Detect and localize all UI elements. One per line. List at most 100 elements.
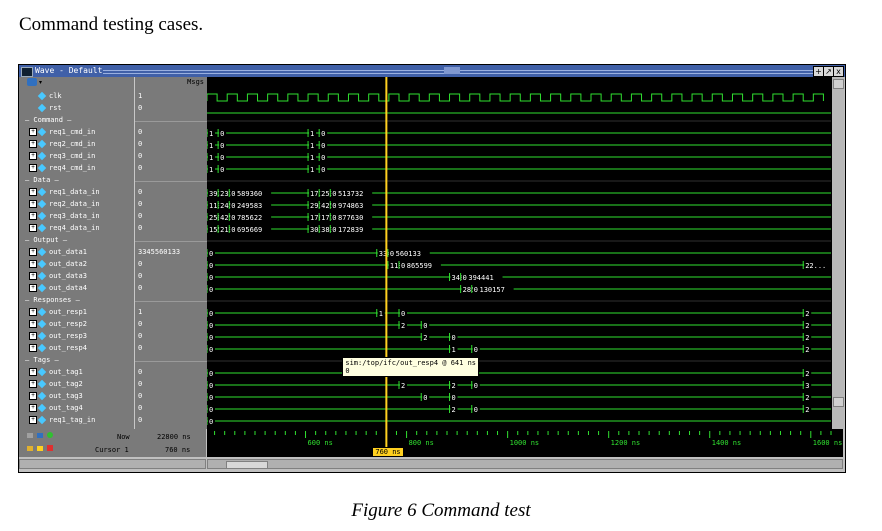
bus-value-label: 0 [401,262,405,270]
signal-row[interactable]: + out_data3 [29,271,87,281]
signal-value: 0 [138,416,143,424]
signal-row[interactable]: + req2_data_in [29,199,100,209]
signal-row[interactable]: + out_tag2 [29,379,83,389]
signal-row[interactable]: rst [37,103,62,113]
expand-icon[interactable]: + [29,224,37,232]
expand-icon[interactable]: + [29,380,37,388]
expand-icon[interactable]: + [29,284,37,292]
expand-icon[interactable]: + [29,404,37,412]
expand-icon[interactable]: + [29,272,37,280]
expand-icon[interactable]: + [29,392,37,400]
group-header[interactable]: — Output — [25,236,67,245]
edit-icon[interactable] [37,446,43,451]
tooltip-line: sim:/top/ifc/out_resp4 @ 641 ns [345,359,477,367]
signal-icon [37,211,47,221]
signal-name: out_data2 [49,260,87,268]
expand-icon[interactable]: + [29,164,37,172]
signal-row[interactable]: + out_data4 [29,283,87,293]
bus-value-label: 0 [209,382,213,390]
signal-value: 1 [138,92,143,100]
bus-value-label: 0 [209,274,213,282]
signal-row[interactable]: + out_data2 [29,259,87,269]
signal-row[interactable]: + out_resp1 [29,307,87,317]
expand-icon[interactable]: + [29,152,37,160]
scroll-down-arrow[interactable] [833,397,844,407]
signal-row[interactable]: + out_tag4 [29,403,83,413]
wave-hscrollbar[interactable] [207,459,843,469]
signal-row[interactable]: + req4_data_in [29,223,100,233]
group-header[interactable]: — Command — [25,116,71,125]
expand-icon[interactable]: + [29,128,37,136]
expand-icon[interactable]: + [29,416,37,424]
signal-value: 0 [138,128,143,136]
bus-value-label: 0 [321,142,325,150]
names-hscrollbar[interactable] [19,459,206,469]
chevron-down-icon[interactable]: ▾ [39,79,42,86]
bus-value-label: 0 [321,154,325,162]
wave-toolbar-icon[interactable] [27,78,37,86]
signal-icon [37,223,47,233]
wave-window-titlebar[interactable]: Wave - Default + ↗ x [19,65,845,77]
signal-value: 1 [138,308,143,316]
signal-row[interactable]: + out_tag3 [29,391,83,401]
expand-icon[interactable]: + [29,308,37,316]
bus-value-label: 0 [209,322,213,330]
bus-value-label: 2854130157 [463,286,505,294]
group-header[interactable]: — Responses — [25,296,80,305]
bus-value-label: 0 [209,310,213,318]
signal-row[interactable]: + req1_tag_in [29,415,95,425]
ruler-label: 1400 ns [712,439,742,447]
group-header[interactable]: — Tags — [25,356,59,365]
expand-icon[interactable]: + [29,332,37,340]
signal-row[interactable]: + req3_cmd_in [29,151,95,161]
signal-row[interactable]: + req2_cmd_in [29,139,95,149]
expand-icon[interactable]: + [29,368,37,376]
expand-icon[interactable]: + [29,320,37,328]
expand-icon[interactable]: + [29,248,37,256]
expand-icon[interactable]: + [29,260,37,268]
folder-icon[interactable] [27,446,33,451]
vertical-scrollbar[interactable] [831,77,844,429]
waveform-canvas[interactable]: 1010101010101010397097773123745893600171… [206,77,832,429]
signal-row[interactable]: + out_tag1 [29,367,83,377]
bus-value-label: 1 [209,142,213,150]
zoom-icon[interactable] [37,433,43,438]
signal-row[interactable]: + req1_cmd_in [29,127,95,137]
ruler-label: 1600 ns [813,439,843,447]
expand-icon[interactable]: + [29,188,37,196]
delete-icon[interactable] [47,445,53,451]
signal-row[interactable]: + out_resp4 [29,343,87,353]
group-header[interactable]: — Data — [25,176,59,185]
wave-hscroll-thumb[interactable] [226,461,268,469]
add-icon[interactable] [47,432,53,438]
signal-row[interactable]: clk [37,91,62,101]
bus-value-label: 22... [805,262,826,270]
bus-value-label: 1 [310,166,314,174]
signal-row[interactable]: + out_resp2 [29,319,87,329]
signal-row[interactable]: + req4_cmd_in [29,163,95,173]
expand-icon[interactable]: + [29,200,37,208]
bus-value-label: 0 [452,394,456,402]
bus-value-label: 2 [805,322,809,330]
signal-icon [37,379,47,389]
time-ruler[interactable]: 600 ns 800 ns 1000 ns 1200 ns 1400 ns 1600 ns [207,429,843,457]
bus-value-label: 1 [209,130,213,138]
bus-value-label: 0 [209,286,213,294]
scroll-up-arrow[interactable] [833,79,844,89]
signal-row[interactable]: + req1_data_in [29,187,100,197]
waveform-pane[interactable]: 1010101010101010397097773123745893600171… [206,77,832,429]
bus-value-label: 0 [220,154,224,162]
expand-icon[interactable]: + [29,212,37,220]
close-button[interactable]: x [833,66,844,77]
expand-icon[interactable]: + [29,140,37,148]
signal-name: out_data4 [49,284,87,292]
signal-name: out_resp3 [49,332,87,340]
cursor-name[interactable]: Cursor 1 [95,446,129,454]
signal-row[interactable]: + req3_data_in [29,211,100,221]
signal-row[interactable]: + out_resp3 [29,331,87,341]
cursor-time-label[interactable]: 760 ns [372,447,404,457]
ruler-label: 600 ns [308,439,333,447]
titlebar-grip-handle[interactable] [444,67,460,74]
signal-row[interactable]: + out_data1 [29,247,87,257]
expand-icon[interactable]: + [29,344,37,352]
